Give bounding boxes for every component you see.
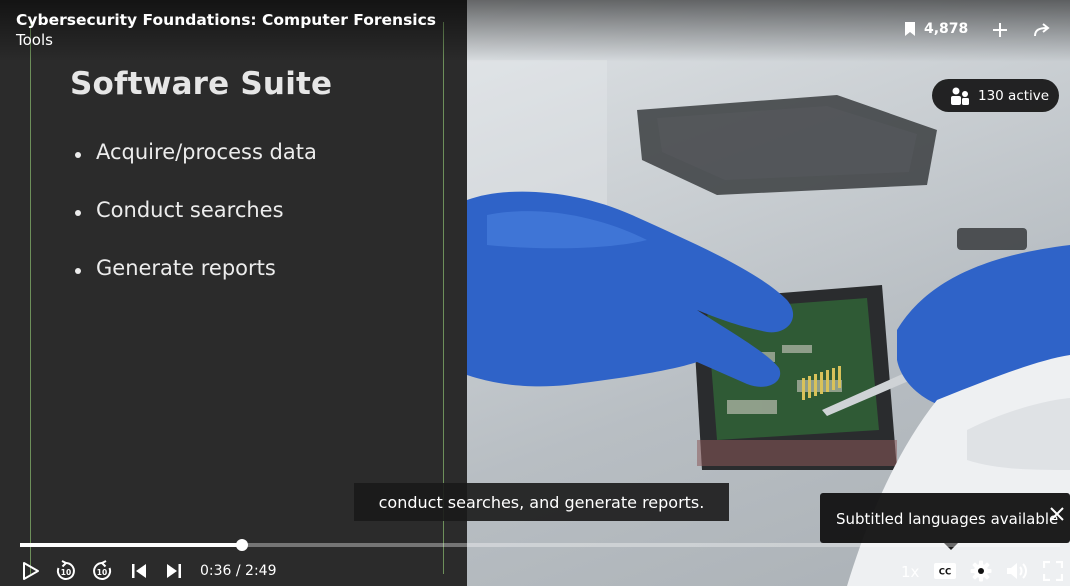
chapter-title: Tools bbox=[16, 31, 53, 49]
close-icon bbox=[1050, 507, 1064, 521]
bookmark-count: 4,878 bbox=[924, 21, 969, 37]
skip-previous-icon bbox=[132, 564, 146, 578]
subtitle-languages-tooltip: Subtitled languages available bbox=[820, 493, 1070, 543]
active-viewers-badge[interactable]: 130 active bbox=[932, 79, 1059, 112]
time-display: 0:36 / 2:49 bbox=[200, 563, 277, 579]
tooltip-close-button[interactable] bbox=[1048, 505, 1066, 523]
top-bar: Cybersecurity Foundations: Computer Fore… bbox=[0, 0, 1070, 62]
video-player[interactable]: Software Suite Acquire/process data Cond… bbox=[0, 0, 1070, 586]
share-icon bbox=[1034, 23, 1050, 37]
progress-scrubber[interactable] bbox=[235, 539, 248, 551]
fullscreen-button[interactable] bbox=[1040, 558, 1066, 584]
plus-icon bbox=[993, 23, 1007, 37]
control-bar: 10 10 0:36 / 2:49 1x CC bbox=[0, 552, 1070, 586]
previous-button[interactable] bbox=[126, 558, 152, 584]
settings-button[interactable] bbox=[968, 558, 994, 584]
skip-next-icon bbox=[167, 564, 181, 578]
share-button[interactable] bbox=[1029, 17, 1055, 43]
rewind-seconds-label: 10 bbox=[61, 568, 71, 577]
subtitle-caption: conduct searches, and generate reports. bbox=[354, 483, 729, 521]
tooltip-text: Subtitled languages available bbox=[836, 510, 1059, 528]
progress-played bbox=[20, 543, 242, 547]
progress-bar[interactable] bbox=[20, 539, 1060, 551]
next-button[interactable] bbox=[161, 558, 187, 584]
rewind-10-icon: 10 bbox=[56, 560, 75, 580]
forward-10-button[interactable]: 10 bbox=[89, 558, 115, 584]
play-button[interactable] bbox=[18, 558, 44, 584]
slide-title: Software Suite bbox=[70, 66, 333, 102]
people-icon bbox=[951, 87, 969, 105]
bookmark-button[interactable]: 4,878 bbox=[904, 21, 968, 37]
slide-bullet: Generate reports bbox=[72, 256, 317, 314]
svg-text:CC: CC bbox=[939, 568, 951, 578]
course-title[interactable]: Cybersecurity Foundations: Computer Fore… bbox=[16, 11, 436, 29]
captions-button[interactable]: CC bbox=[932, 558, 958, 584]
playback-speed-button[interactable]: 1x bbox=[901, 563, 919, 581]
forward-10-icon: 10 bbox=[93, 560, 112, 580]
bookmark-icon bbox=[905, 22, 915, 36]
cc-icon: CC bbox=[934, 563, 956, 579]
slide-bullet: Conduct searches bbox=[72, 198, 317, 256]
rewind-10-button[interactable]: 10 bbox=[53, 558, 79, 584]
forward-seconds-label: 10 bbox=[97, 568, 107, 577]
active-viewers-label: 130 active bbox=[978, 87, 1050, 104]
gear-icon bbox=[970, 560, 992, 582]
slide-bullet: Acquire/process data bbox=[72, 140, 317, 198]
fullscreen-icon bbox=[1043, 561, 1063, 581]
play-icon bbox=[23, 562, 39, 580]
slide-bullet-list: Acquire/process data Conduct searches Ge… bbox=[72, 140, 317, 314]
add-to-list-button[interactable] bbox=[987, 17, 1013, 43]
volume-button[interactable] bbox=[1004, 558, 1030, 584]
volume-icon bbox=[1007, 563, 1027, 579]
